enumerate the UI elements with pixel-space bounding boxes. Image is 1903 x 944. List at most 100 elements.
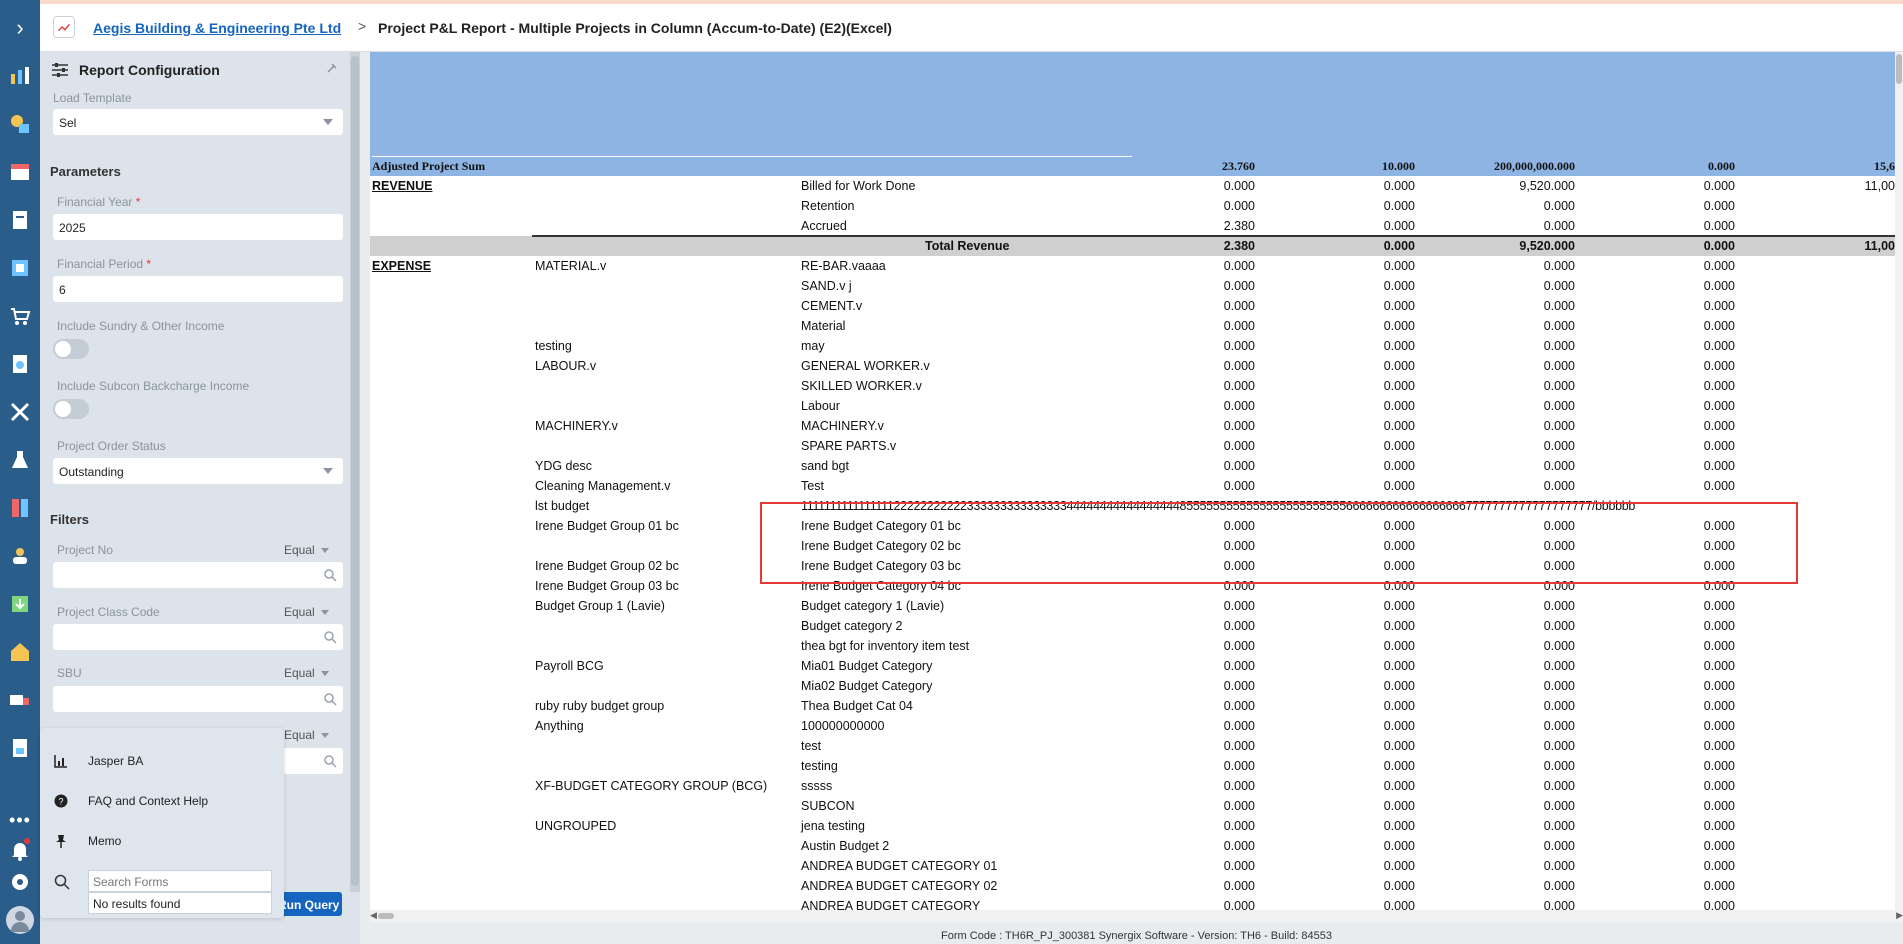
tools-icon[interactable] (6, 398, 34, 426)
load-template-select[interactable]: Sel (53, 109, 343, 135)
revenue-item: Billed for Work Done (801, 179, 916, 193)
expense-item: MACHINERY.v (801, 419, 884, 433)
expand-rail-icon[interactable]: › (0, 8, 40, 48)
expense-group: testing (535, 339, 572, 353)
expense-value: 0.000 (1223, 639, 1255, 653)
gear-icon[interactable] (8, 870, 32, 894)
no-results-message: No results found (88, 892, 272, 914)
home-icon[interactable] (6, 638, 34, 666)
search-icon[interactable] (323, 692, 337, 706)
cart-icon[interactable] (6, 302, 34, 330)
expense-value: 0.000 (1223, 839, 1255, 853)
lab-icon[interactable] (6, 446, 34, 474)
expense-value: 0.000 (1703, 479, 1735, 493)
inventory-icon[interactable] (6, 254, 34, 282)
order-status-select[interactable]: Outstanding (53, 458, 343, 484)
expense-value: 0.000 (1223, 359, 1255, 373)
expense-value: 0.000 (1383, 699, 1415, 713)
people-icon[interactable] (6, 542, 34, 570)
expense-value: 0.000 (1223, 319, 1255, 333)
report-vertical-scrollbar[interactable] (1895, 52, 1903, 912)
menu-item-faq[interactable]: ? FAQ and Context Help (54, 794, 208, 808)
total-revenue-value: 2.380 (1223, 239, 1255, 253)
project-no-input[interactable] (53, 562, 343, 588)
search-forms-input[interactable]: Search Forms (88, 870, 272, 892)
expense-value: 0.000 (1223, 799, 1255, 813)
scroll-right-icon[interactable]: ▶ (1896, 910, 1903, 921)
expense-value: 0.000 (1703, 419, 1735, 433)
revenue-value: 2.380 (1223, 219, 1255, 233)
shop-icon[interactable] (6, 158, 34, 186)
expense-group: Irene Budget Group 02 bc (535, 559, 679, 573)
expense-value: 0.000 (1383, 439, 1415, 453)
subcon-income-toggle[interactable] (53, 399, 89, 419)
expense-row: SAND.v j 0.000 0.000 0.000 0.000 (370, 276, 1903, 296)
avatar[interactable] (6, 906, 34, 934)
revenue-value: 0.000 (1703, 199, 1735, 213)
adjusted-sum-value: 200,000,000.000 (1494, 159, 1575, 173)
sbu-input[interactable] (53, 686, 343, 712)
revenue-row: REVENUE Billed for Work Done 0.000 0.000 9,5… (370, 176, 1903, 196)
expense-group: MATERIAL.v (535, 259, 607, 273)
search-icon[interactable] (323, 754, 337, 768)
expense-value: 0.000 (1223, 879, 1255, 893)
truck-icon[interactable] (6, 686, 34, 714)
expense-item: Material (801, 319, 846, 333)
financial-year-input[interactable]: 2025 (53, 214, 343, 240)
expense-item: SAND.v j (801, 279, 852, 293)
filter4-operator[interactable]: Equal (284, 728, 329, 742)
expense-value: 0.000 (1543, 759, 1575, 773)
pin-icon[interactable] (324, 62, 338, 76)
expense-group: XF-BUDGET CATEGORY GROUP (BCG) (535, 779, 768, 793)
expense-row: thea bgt for inventory item test 0.000 0.0… (370, 636, 1903, 656)
expense-group: lst budget (535, 499, 590, 513)
expense-row: CEMENT.v 0.000 0.000 0.000 0.000 (370, 296, 1903, 316)
total-divider (532, 235, 1903, 237)
project-class-operator[interactable]: Equal (284, 605, 329, 619)
menu-item-memo[interactable]: Memo (54, 834, 121, 848)
panel-scrollbar[interactable] (350, 52, 360, 892)
search-icon[interactable] (323, 568, 337, 582)
expense-value: 0.000 (1223, 439, 1255, 453)
panel-title: Report Configuration (79, 62, 220, 78)
company-link[interactable]: Aegis Building & Engineering Pte Ltd (93, 20, 341, 36)
expense-item: Mia01 Budget Category (801, 659, 933, 673)
expense-value: 0.000 (1383, 379, 1415, 393)
expense-value: 0.000 (1703, 739, 1735, 753)
expense-value: 0.000 (1703, 799, 1735, 813)
search-icon[interactable] (323, 630, 337, 644)
more-icon[interactable]: ••• (0, 810, 40, 831)
report-horizontal-scrollbar[interactable]: ◀ ▶ (370, 910, 1903, 922)
financial-period-input[interactable]: 6 (53, 276, 343, 302)
expense-value: 0.000 (1543, 479, 1575, 493)
finance-icon[interactable] (6, 110, 34, 138)
form-icon[interactable] (6, 734, 34, 762)
report-icon[interactable] (6, 350, 34, 378)
menu-item-jasper-ba[interactable]: Jasper BA (54, 754, 143, 768)
sundry-income-toggle[interactable] (53, 339, 89, 359)
expense-value: 0.000 (1383, 479, 1415, 493)
adjusted-sum-value: 0.000 (1708, 159, 1735, 173)
project-no-operator[interactable]: Equal (284, 543, 329, 557)
expense-value: 0.000 (1703, 679, 1735, 693)
revenue-value: 9,520.000 (1519, 179, 1575, 193)
expense-item: testing (801, 759, 838, 773)
notification-dot (24, 838, 30, 844)
dashboard-icon[interactable] (6, 62, 34, 90)
nav-rail: › ••• (0, 0, 40, 944)
revenue-value: 0.000 (1543, 219, 1575, 233)
project-class-input[interactable] (53, 624, 343, 650)
adjusted-sum-value: 15,6 (1874, 159, 1895, 173)
book-icon[interactable] (6, 494, 34, 522)
expense-item: Budget category 2 (801, 619, 903, 633)
revenue-row: Retention 0.000 0.000 0.000 0.000 (370, 196, 1903, 216)
scroll-left-icon[interactable]: ◀ (370, 910, 377, 921)
sbu-operator[interactable]: Equal (284, 666, 329, 680)
expense-value: 0.000 (1223, 819, 1255, 833)
expense-value: 0.000 (1703, 599, 1735, 613)
expense-value: 0.000 (1543, 819, 1575, 833)
expense-value: 0.000 (1383, 879, 1415, 893)
expense-value: 0.000 (1223, 619, 1255, 633)
document-icon[interactable] (6, 206, 34, 234)
download-icon[interactable] (6, 590, 34, 618)
